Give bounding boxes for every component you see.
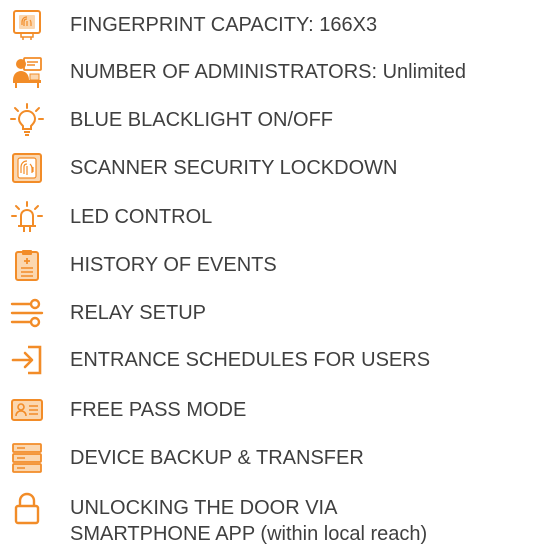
- feature-administrators: NUMBER OF ADMINISTRATORS: Unlimited: [0, 55, 550, 95]
- feature-history: HISTORY OF EVENTS: [0, 248, 550, 288]
- feature-label: FINGERPRINT CAPACITY: 166X3: [70, 14, 378, 36]
- feature-label: HISTORY OF EVENTS: [70, 254, 277, 276]
- feature-label: FREE PASS MODE: [70, 399, 247, 421]
- feature-label: NUMBER OF ADMINISTRATORS: Unlimited: [70, 61, 466, 83]
- feature-entrance-schedules: ENTRANCE SCHEDULES FOR USERS: [0, 343, 550, 383]
- fingerprint-icon: [10, 8, 44, 42]
- entrance-icon: [10, 343, 44, 377]
- feature-label-line-1: UNLOCKING THE DOOR VIA: [70, 497, 338, 519]
- feature-list: FINGERPRINT CAPACITY: 166X3 NUMBER OF AD…: [0, 0, 550, 553]
- feature-free-pass: FREE PASS MODE: [0, 393, 550, 433]
- server-icon: [10, 441, 44, 475]
- feature-smartphone-unlock: UNLOCKING THE DOOR VIA SMARTPHONE APP (w…: [0, 491, 550, 551]
- feature-backlight: BLUE BLACKLIGHT ON/OFF: [0, 103, 550, 143]
- feature-relay-setup: RELAY SETUP: [0, 296, 550, 336]
- id-card-icon: [10, 393, 44, 427]
- feature-label: BLUE BLACKLIGHT ON/OFF: [70, 109, 334, 131]
- feature-label: DEVICE BACKUP & TRANSFER: [70, 447, 364, 469]
- clipboard-icon: [10, 248, 44, 282]
- light-bulb-icon: [10, 103, 44, 137]
- feature-label-line-2: SMARTPHONE APP (within local reach): [70, 523, 428, 545]
- feature-label: LED CONTROL: [70, 206, 213, 228]
- administrators-icon: [10, 55, 44, 89]
- feature-fingerprint-capacity: FINGERPRINT CAPACITY: 166X3: [0, 8, 550, 48]
- feature-label: RELAY SETUP: [70, 302, 206, 324]
- feature-device-backup: DEVICE BACKUP & TRANSFER: [0, 441, 550, 481]
- feature-scanner-lockdown: SCANNER SECURITY LOCKDOWN: [0, 151, 550, 191]
- feature-led-control: LED CONTROL: [0, 200, 550, 240]
- relay-icon: [10, 296, 44, 330]
- scanner-lock-icon: [10, 151, 44, 185]
- feature-label: UNLOCKING THE DOOR VIA SMARTPHONE APP (w…: [70, 495, 540, 547]
- padlock-icon: [10, 491, 44, 525]
- feature-label: ENTRANCE SCHEDULES FOR USERS: [70, 349, 431, 371]
- led-icon: [10, 200, 44, 234]
- feature-label: SCANNER SECURITY LOCKDOWN: [70, 157, 398, 179]
